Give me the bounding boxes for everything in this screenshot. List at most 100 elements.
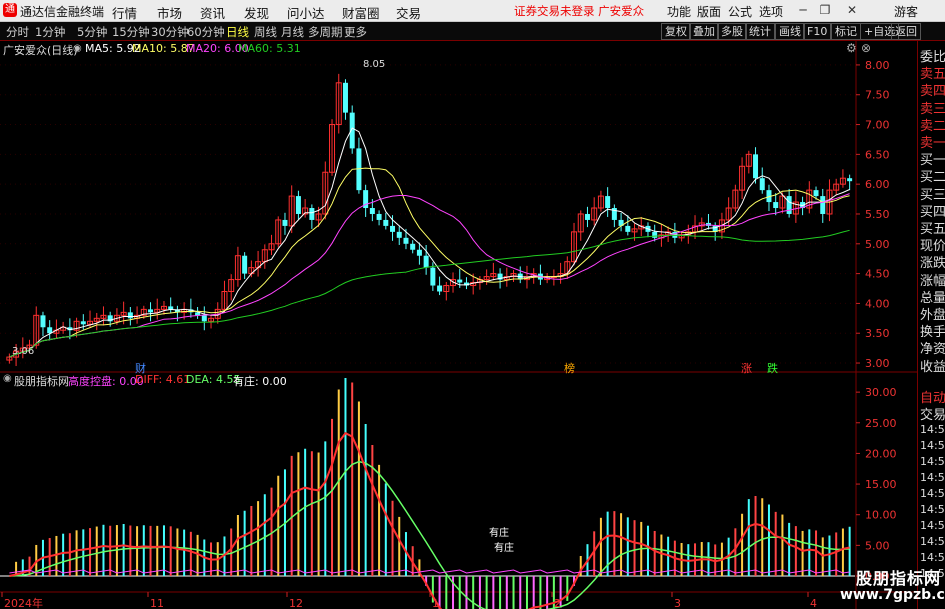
quote-field: 现价 (920, 239, 945, 255)
watermark-url: www.7gpzb.com (840, 587, 945, 603)
candle-body (813, 190, 819, 197)
price-tick-label: 3.50 (865, 327, 890, 340)
menu-quotes[interactable]: 行情 (112, 3, 137, 22)
login-alert[interactable]: 证券交易未登录 广安爱众 (514, 3, 644, 19)
quote-field: 买一 (920, 153, 945, 169)
ind-tick-label: 5.00 (865, 539, 890, 552)
period-weekly[interactable]: 周线 (254, 24, 277, 40)
menu-options[interactable]: 选项 (759, 3, 783, 20)
ind-tick-label: 20.00 (865, 447, 897, 460)
menu-function[interactable]: 功能 (667, 3, 691, 20)
quote-field: 买五 (920, 222, 945, 237)
candle-body (820, 196, 826, 214)
candle-body (242, 255, 248, 274)
event-bang[interactable]: 榜 (564, 360, 575, 376)
candle-body (410, 243, 416, 250)
candle-body (80, 321, 86, 325)
guest-label[interactable]: 游客 (894, 3, 918, 20)
minimize-icon[interactable]: ─ (794, 2, 812, 18)
time-tick-label: 12 (289, 597, 303, 609)
tick-time: 14:56 (920, 519, 945, 532)
candle-body (759, 178, 765, 191)
kongpan-line (9, 569, 850, 574)
period-daily[interactable]: 日线 (226, 24, 249, 40)
candle-body (369, 208, 375, 214)
menu-market[interactable]: 市场 (157, 3, 182, 22)
ind-tick-label: 10.00 (865, 509, 897, 522)
maximize-icon[interactable]: ❐ (816, 2, 834, 18)
menu-trade[interactable]: 交易 (396, 3, 421, 22)
price-tick-label: 8.00 (865, 59, 890, 72)
btn-back[interactable]: 返回 (891, 23, 921, 40)
period-15m[interactable]: 15分钟 (112, 24, 150, 40)
ma10-line (9, 167, 850, 358)
tick-time: 14:56 (920, 471, 945, 484)
candle-body (40, 315, 46, 328)
time-tick-label: 3 (674, 597, 681, 609)
btn-overlay[interactable]: 叠加 (689, 23, 719, 40)
candle-body (437, 285, 443, 292)
btn-draw[interactable]: 画线 (775, 23, 805, 40)
trade-label[interactable]: 交易 (920, 404, 945, 423)
diff-line (9, 431, 850, 609)
period-more[interactable]: 更多 (344, 24, 367, 40)
candle-body (396, 231, 402, 238)
menu-xiaoda[interactable]: 问小达 (287, 3, 325, 22)
price-tick-label: 4.00 (865, 297, 890, 310)
event-zhang[interactable]: 涨 (741, 360, 752, 376)
period-5m[interactable]: 5分钟 (77, 24, 107, 40)
low-price-label: 3.06 (12, 346, 35, 357)
menu-discover[interactable]: 发现 (244, 3, 269, 22)
candle-body (753, 154, 759, 179)
quote-field: 卖一 (920, 136, 945, 151)
event-cai[interactable]: 财 (135, 360, 146, 376)
right-quote-panel: 委比 卖五 卖四 卖三 卖二 卖一 买一 买二 买三 买四 买五 现价 涨跌 涨幅 总量 外盘 换手 净资 收益 自动… (917, 41, 945, 609)
quote-field: 买二 (920, 170, 945, 186)
candle-body (847, 178, 853, 182)
period-monthly[interactable]: 月线 (281, 24, 304, 40)
tick-time: 14:56 (920, 439, 945, 452)
menu-news[interactable]: 资讯 (200, 3, 225, 22)
candle-body (652, 231, 658, 238)
price-tick-label: 7.00 (865, 119, 890, 132)
price-tick-label: 7.50 (865, 89, 890, 102)
candle-body (383, 219, 389, 226)
candle-body (390, 225, 396, 232)
period-multi[interactable]: 多周期 (308, 24, 343, 40)
title-bar: 通 通达信金融终端 行情 市场 资讯 发现 问小达 财富圈 交易 证券交易未登录… (0, 0, 945, 22)
event-die[interactable]: 跌 (767, 360, 778, 376)
btn-fuquan[interactable]: 复权 (661, 23, 691, 40)
youzhuang-label-2: 有庄 (494, 543, 514, 554)
menu-wealth[interactable]: 财富圈 (342, 3, 380, 22)
candle-body (584, 213, 590, 220)
price-tick-label: 5.00 (865, 238, 890, 251)
period-1m[interactable]: 1分钟 (35, 24, 65, 40)
quote-field: 卖四 (920, 84, 945, 100)
btn-mark[interactable]: 标记 (831, 23, 861, 40)
tick-time: 14:56 (920, 455, 945, 468)
youzhuang-label-1: 有庄 (489, 528, 509, 539)
btn-stats[interactable]: 统计 (745, 23, 775, 40)
quote-field: 涨跌 (920, 256, 945, 272)
btn-f10[interactable]: F10 (803, 23, 832, 40)
price-tick-label: 3.00 (865, 357, 890, 370)
menu-formula[interactable]: 公式 (728, 3, 752, 20)
btn-multi-stock[interactable]: 多股 (717, 23, 747, 40)
candle-body (282, 219, 288, 226)
period-30m[interactable]: 30分钟 (151, 24, 189, 40)
dea-line (9, 460, 850, 609)
price-tick-label: 4.50 (865, 268, 890, 281)
candle-body (403, 237, 409, 244)
candle-body (342, 82, 348, 113)
price-tick-label: 6.00 (865, 178, 890, 191)
menu-layout[interactable]: 版面 (697, 3, 721, 20)
candle-body (416, 249, 422, 256)
time-tick-label: 2024年 (4, 596, 43, 609)
period-tick[interactable]: 分时 (6, 24, 29, 40)
quote-field: 涨幅 (920, 273, 945, 289)
kline-chart[interactable]: 8.00 7.50 7.00 6.50 6.00 5.50 5.00 4.50 4.00 3.50… (0, 41, 917, 609)
quote-field: 净资 (920, 342, 945, 358)
period-60m[interactable]: 60分钟 (187, 24, 225, 40)
time-tick-label: 4 (810, 597, 817, 609)
close-icon[interactable]: ✕ (843, 2, 861, 18)
